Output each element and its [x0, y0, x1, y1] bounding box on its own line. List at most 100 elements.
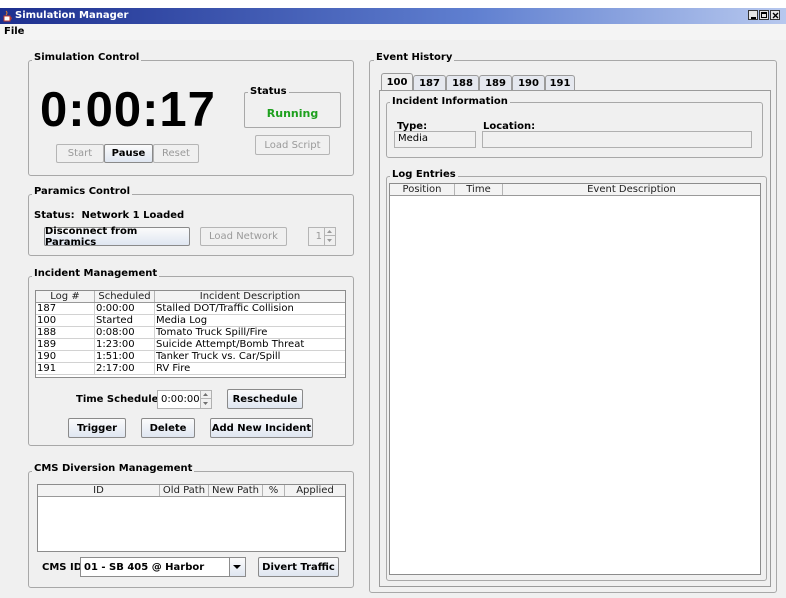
chevron-up-icon	[203, 393, 208, 396]
tab-100[interactable]: 100	[381, 73, 413, 91]
col-percent[interactable]: %	[263, 485, 285, 496]
network-spinner[interactable]: 1	[308, 227, 336, 246]
table-row[interactable]: 188 0:08:00 Tomato Truck Spill/Fire	[36, 327, 345, 339]
tab-187[interactable]: 187	[413, 75, 446, 91]
tab-189[interactable]: 189	[479, 75, 512, 91]
table-row[interactable]: 100 Started Media Log	[36, 315, 345, 327]
cell-scheduled: 0:00:00	[95, 303, 155, 314]
cell-log: 187	[36, 303, 95, 314]
cell-scheduled: 1:23:00	[95, 339, 155, 350]
cell-scheduled: 1:51:00	[95, 351, 155, 362]
cell-log: 188	[36, 327, 95, 338]
java-cup-icon	[3, 10, 12, 22]
cell-log: 189	[36, 339, 95, 350]
spinner-down-button[interactable]	[324, 236, 335, 245]
reschedule-button[interactable]: Reschedule	[227, 389, 303, 409]
col-new-path[interactable]: New Path	[209, 485, 263, 496]
chevron-down-icon	[327, 239, 332, 242]
tab-188[interactable]: 188	[446, 75, 479, 91]
table-row[interactable]: 189 1:23:00 Suicide Attempt/Bomb Threat	[36, 339, 345, 351]
col-applied[interactable]: Applied	[285, 485, 345, 496]
cell-description: Suicide Attempt/Bomb Threat	[156, 339, 305, 350]
table-row[interactable]: 187 0:00:00 Stalled DOT/Traffic Collisio…	[36, 303, 345, 315]
status-title: Status	[248, 86, 289, 97]
start-button[interactable]: Start	[56, 144, 104, 163]
col-event-description[interactable]: Event Description	[503, 184, 760, 195]
cms-id-value: 01 - SB 405 @ Harbor	[84, 562, 205, 573]
cell-description: Tomato Truck Spill/Fire	[156, 327, 268, 338]
simulation-control-title: Simulation Control	[32, 52, 142, 63]
paramics-control-title: Paramics Control	[32, 186, 133, 197]
time-spinner-up-button[interactable]	[200, 391, 211, 399]
chevron-up-icon	[327, 230, 332, 233]
menu-bar: File	[0, 24, 786, 40]
close-button[interactable]	[770, 10, 780, 20]
cell-description: Media Log	[156, 315, 208, 326]
reset-button[interactable]: Reset	[153, 144, 199, 163]
incident-table: Log # Scheduled Incident Description 187…	[35, 290, 346, 378]
cms-id-dropdown[interactable]: 01 - SB 405 @ Harbor	[80, 557, 246, 577]
cell-scheduled: 0:08:00	[95, 327, 155, 338]
maximize-button[interactable]	[759, 10, 769, 20]
delete-button[interactable]: Delete	[141, 418, 195, 438]
pause-button[interactable]: Pause	[104, 144, 153, 163]
incident-information-panel	[386, 102, 763, 158]
type-field[interactable]: Media	[394, 131, 476, 148]
incident-table-header: Log # Scheduled Incident Description	[36, 291, 345, 303]
cell-description: RV Fire	[156, 363, 191, 374]
menu-file[interactable]: File	[4, 26, 24, 37]
maximize-icon	[761, 12, 767, 18]
spinner-up-button[interactable]	[324, 228, 335, 236]
time-scheduled-value: 0:00:00	[161, 394, 200, 405]
title-bar: Simulation Manager	[0, 8, 786, 24]
log-entries-title: Log Entries	[390, 169, 458, 180]
chevron-down-icon	[233, 565, 241, 569]
log-table-header: Position Time Event Description	[390, 184, 760, 196]
incident-management-title: Incident Management	[32, 268, 160, 279]
cell-log: 191	[36, 363, 95, 374]
incident-information-title: Incident Information	[390, 96, 510, 107]
time-scheduled-label: Time Scheduled:	[76, 394, 170, 405]
close-icon	[772, 12, 779, 19]
col-log[interactable]: Log #	[36, 291, 95, 302]
cell-log: 190	[36, 351, 95, 362]
col-time[interactable]: Time	[455, 184, 503, 195]
col-position[interactable]: Position	[390, 184, 455, 195]
tab-191[interactable]: 191	[545, 75, 575, 91]
load-script-button[interactable]: Load Script	[255, 135, 330, 155]
paramics-status: Status: Network 1 Loaded	[34, 210, 185, 221]
cell-log: 100	[36, 315, 95, 326]
add-new-incident-button[interactable]: Add New Incident	[210, 418, 313, 438]
window-title: Simulation Manager	[15, 10, 129, 21]
minimize-button[interactable]	[748, 10, 758, 20]
divert-traffic-button[interactable]: Divert Traffic	[258, 557, 339, 577]
col-id[interactable]: ID	[38, 485, 160, 496]
event-history-title: Event History	[374, 52, 455, 63]
network-spinner-value: 1	[315, 231, 322, 242]
location-field[interactable]	[482, 131, 752, 148]
cms-table-header: ID Old Path New Path % Applied	[38, 485, 345, 497]
col-description[interactable]: Incident Description	[155, 291, 345, 302]
table-row[interactable]: 190 1:51:00 Tanker Truck vs. Car/Spill	[36, 351, 345, 363]
col-scheduled[interactable]: Scheduled	[95, 291, 155, 302]
cell-scheduled: 2:17:00	[95, 363, 155, 374]
tab-190[interactable]: 190	[512, 75, 545, 91]
status-value: Running	[266, 107, 319, 120]
cms-diversion-title: CMS Diversion Management	[32, 463, 195, 474]
cms-table: ID Old Path New Path % Applied	[37, 484, 346, 552]
col-old-path[interactable]: Old Path	[160, 485, 209, 496]
trigger-button[interactable]: Trigger	[68, 418, 126, 438]
cms-dropdown-arrow-button[interactable]	[229, 558, 245, 576]
simulation-clock: 0:00:17	[40, 83, 216, 137]
disconnect-paramics-button[interactable]: Disconnect from Paramics	[44, 226, 190, 248]
table-row[interactable]: 191 2:17:00 RV Fire	[36, 363, 345, 375]
minimize-icon	[751, 17, 756, 19]
cell-description: Tanker Truck vs. Car/Spill	[156, 351, 281, 362]
cell-description: Stalled DOT/Traffic Collision	[156, 303, 294, 314]
load-network-button[interactable]: Load Network	[200, 227, 287, 246]
cell-scheduled: Started	[95, 315, 155, 326]
time-spinner-down-button[interactable]	[200, 399, 211, 408]
time-scheduled-spinner[interactable]: 0:00:00	[157, 390, 212, 409]
chevron-down-icon	[203, 402, 208, 405]
log-entries-table: Position Time Event Description	[389, 183, 761, 575]
